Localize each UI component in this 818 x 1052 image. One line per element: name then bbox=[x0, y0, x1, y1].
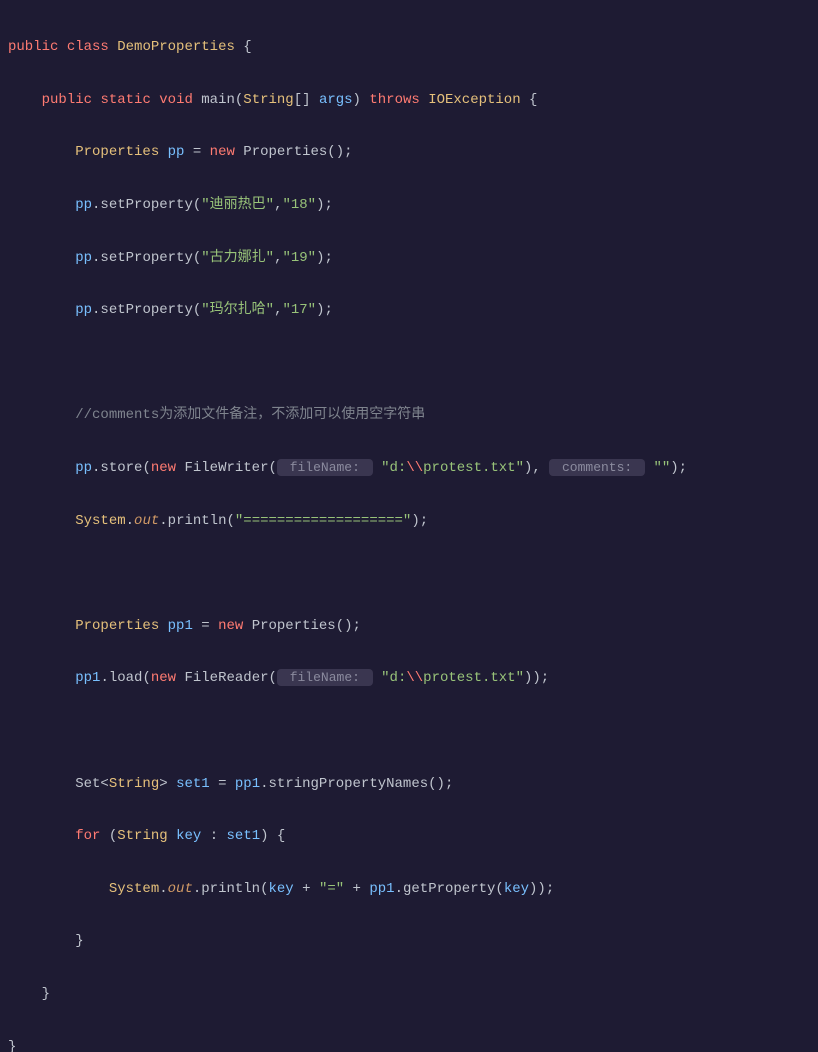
code-line bbox=[0, 560, 818, 586]
brace-close: } bbox=[42, 986, 50, 1002]
param-hint-filename: fileName: bbox=[277, 669, 373, 686]
string-literal: "d: bbox=[381, 460, 406, 476]
comment: //comments为添加文件备注，不添加可以使用空字符串 bbox=[75, 407, 425, 423]
var-key: key bbox=[504, 881, 529, 897]
keyword-public: public bbox=[8, 39, 58, 55]
keyword-class: class bbox=[67, 39, 109, 55]
code-line bbox=[0, 718, 818, 744]
keyword-void: void bbox=[159, 92, 193, 108]
field-out: out bbox=[168, 881, 193, 897]
code-line: } bbox=[0, 981, 818, 1007]
class-system: System bbox=[109, 881, 159, 897]
var-pp: pp bbox=[168, 144, 185, 160]
var-pp1: pp1 bbox=[369, 881, 394, 897]
var-pp: pp bbox=[75, 302, 92, 318]
string-literal: "玛尔扎哈" bbox=[201, 302, 274, 318]
code-line: pp.store(new FileWriter( fileName: "d:\\… bbox=[0, 455, 818, 481]
code-line: Set<String> set1 = pp1.stringPropertyNam… bbox=[0, 771, 818, 797]
code-line: pp.setProperty("迪丽热巴","18"); bbox=[0, 192, 818, 218]
type-string: String bbox=[243, 92, 293, 108]
var-pp: pp bbox=[75, 250, 92, 266]
var-key: key bbox=[176, 828, 201, 844]
keyword-for: for bbox=[75, 828, 100, 844]
escape-seq: \\ bbox=[406, 670, 423, 686]
code-line: pp1.load(new FileReader( fileName: "d:\\… bbox=[0, 665, 818, 691]
param-hint-comments: comments: bbox=[549, 459, 645, 476]
var-pp1: pp1 bbox=[75, 670, 100, 686]
string-literal: "=" bbox=[319, 881, 344, 897]
string-literal: "17" bbox=[282, 302, 316, 318]
keyword-new: new bbox=[151, 670, 176, 686]
var-set1: set1 bbox=[227, 828, 261, 844]
code-line: public static void main(String[] args) t… bbox=[0, 87, 818, 113]
code-line: pp.setProperty("玛尔扎哈","17"); bbox=[0, 297, 818, 323]
code-editor[interactable]: public class DemoProperties { public sta… bbox=[0, 8, 818, 1052]
param-args: args bbox=[319, 92, 353, 108]
string-literal: "18" bbox=[282, 197, 316, 213]
string-literal: "迪丽热巴" bbox=[201, 197, 274, 213]
param-hint-filename: fileName: bbox=[277, 459, 373, 476]
type-string: String bbox=[109, 776, 159, 792]
var-pp: pp bbox=[75, 460, 92, 476]
var-pp: pp bbox=[75, 197, 92, 213]
code-line: Properties pp = new Properties(); bbox=[0, 139, 818, 165]
code-line: } bbox=[0, 1034, 818, 1052]
type-ioexception: IOException bbox=[428, 92, 520, 108]
brackets: [] bbox=[294, 92, 319, 108]
type-string: String bbox=[117, 828, 167, 844]
string-literal: "古力娜扎" bbox=[201, 250, 274, 266]
keyword-new: new bbox=[151, 460, 176, 476]
var-key: key bbox=[269, 881, 294, 897]
var-pp1: pp1 bbox=[168, 618, 193, 634]
type-set: Set< bbox=[75, 776, 109, 792]
escape-seq: \\ bbox=[406, 460, 423, 476]
string-literal: "" bbox=[653, 460, 670, 476]
keyword-public: public bbox=[42, 92, 92, 108]
class-system: System bbox=[75, 513, 125, 529]
code-line: public class DemoProperties { bbox=[0, 34, 818, 60]
type-properties: Properties bbox=[75, 618, 159, 634]
class-name: DemoProperties bbox=[117, 39, 235, 55]
code-line: Properties pp1 = new Properties(); bbox=[0, 613, 818, 639]
type-properties: Properties bbox=[75, 144, 159, 160]
brace-close: } bbox=[75, 933, 83, 949]
brace: { bbox=[235, 39, 252, 55]
var-set1: set1 bbox=[176, 776, 210, 792]
code-line: System.out.println(key + "=" + pp1.getPr… bbox=[0, 876, 818, 902]
code-line bbox=[0, 350, 818, 376]
paren: ) bbox=[353, 92, 370, 108]
field-out: out bbox=[134, 513, 159, 529]
code-line: //comments为添加文件备注，不添加可以使用空字符串 bbox=[0, 402, 818, 428]
code-line: System.out.println("==================="… bbox=[0, 508, 818, 534]
method-name: main( bbox=[193, 92, 243, 108]
code-line: } bbox=[0, 928, 818, 954]
brace: { bbox=[521, 92, 538, 108]
code-line: pp.setProperty("古力娜扎","19"); bbox=[0, 245, 818, 271]
string-literal: "===================" bbox=[235, 513, 411, 529]
keyword-new: new bbox=[210, 144, 235, 160]
keyword-new: new bbox=[218, 618, 243, 634]
keyword-static: static bbox=[100, 92, 150, 108]
string-literal: "19" bbox=[282, 250, 316, 266]
brace-close: } bbox=[8, 1039, 16, 1052]
keyword-throws: throws bbox=[369, 92, 419, 108]
string-literal: "d: bbox=[381, 670, 406, 686]
var-pp1: pp1 bbox=[235, 776, 260, 792]
code-line: for (String key : set1) { bbox=[0, 823, 818, 849]
